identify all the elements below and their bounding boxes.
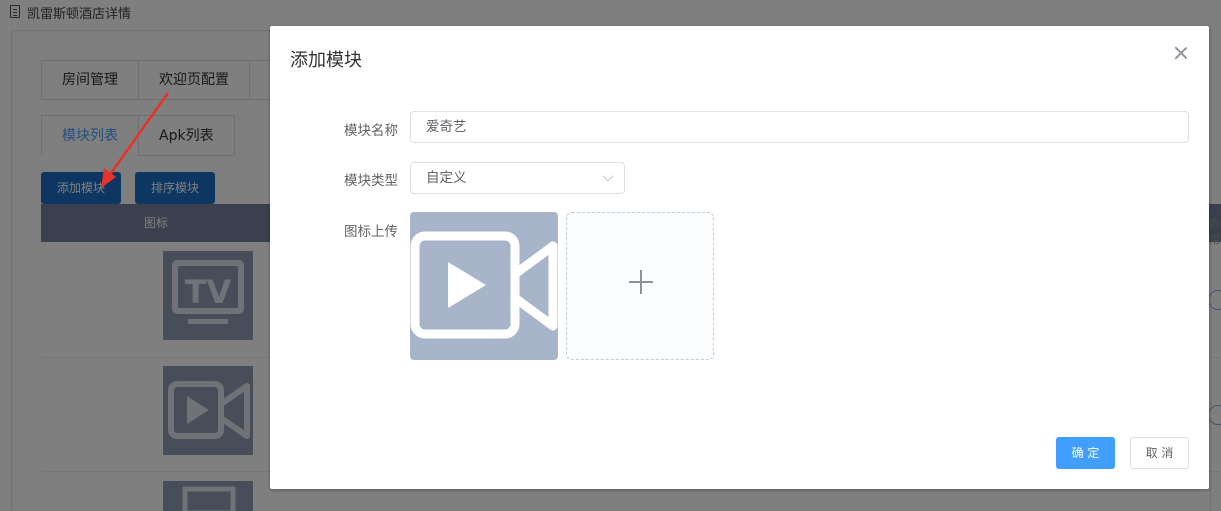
cancel-button[interactable]: 取 消: [1130, 437, 1189, 469]
plus-icon: [640, 270, 642, 294]
module-type-value: 自定义: [426, 170, 467, 186]
dialog-title: 添加模块: [290, 50, 362, 71]
module-type-label: 模块类型: [344, 173, 398, 189]
upload-trigger[interactable]: [566, 212, 714, 360]
chevron-down-icon: [602, 170, 614, 182]
video-icon: [410, 231, 558, 339]
module-type-select[interactable]: 自定义: [410, 162, 625, 194]
module-name-input[interactable]: 爱奇艺: [410, 111, 1189, 143]
close-icon[interactable]: [1174, 46, 1188, 60]
uploaded-icon-preview[interactable]: [410, 212, 558, 360]
module-name-label: 模块名称: [344, 123, 398, 139]
add-module-dialog: 添加模块 模块名称 爱奇艺 模块类型 自定义 图标上传 确 定 取 消: [270, 26, 1209, 489]
confirm-button[interactable]: 确 定: [1056, 437, 1115, 469]
icon-upload-label: 图标上传: [344, 224, 398, 240]
